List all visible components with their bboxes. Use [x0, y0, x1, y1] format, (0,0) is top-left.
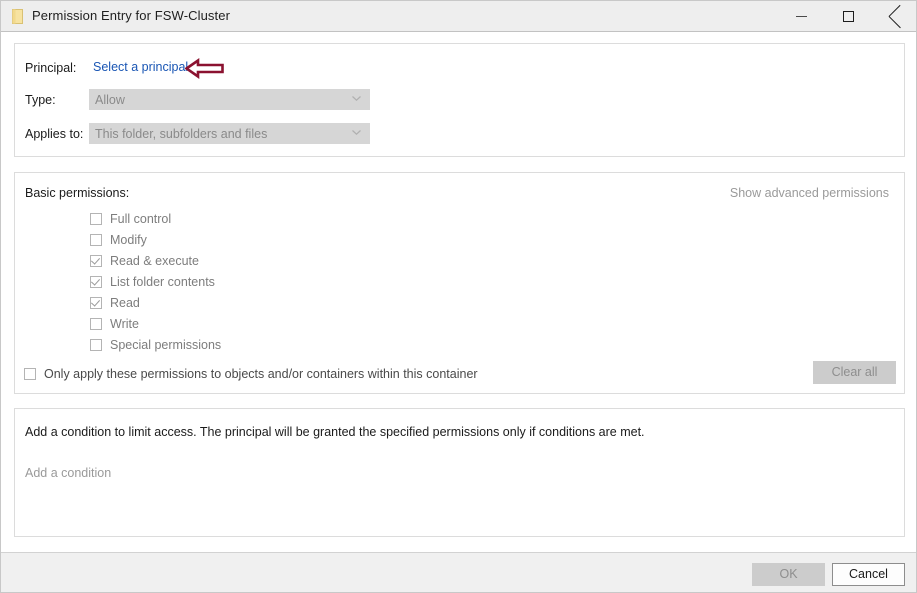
chevron-down-icon — [352, 96, 361, 101]
applies-to-label: Applies to: — [25, 127, 83, 141]
maximize-icon — [843, 11, 854, 22]
close-icon — [889, 10, 902, 23]
permission-row[interactable]: Read — [90, 292, 490, 313]
type-label: Type: — [25, 93, 56, 107]
permission-label: Read & execute — [110, 254, 199, 268]
clear-all-button[interactable]: Clear all — [813, 361, 896, 384]
checkbox-special-permissions[interactable] — [90, 339, 102, 351]
folder-icon — [12, 9, 24, 24]
checkbox-list-folder-contents[interactable] — [90, 276, 102, 288]
permission-label: Special permissions — [110, 338, 221, 352]
permission-row[interactable]: Write — [90, 313, 490, 334]
checkbox-read[interactable] — [90, 297, 102, 309]
permission-row[interactable]: Special permissions — [90, 334, 490, 355]
close-button[interactable] — [872, 1, 917, 31]
checkbox-read-execute[interactable] — [90, 255, 102, 267]
permissions-list: Full control Modify Read & execute List … — [90, 208, 490, 355]
checkbox-only-apply-to-container[interactable] — [24, 368, 36, 380]
permission-label: Modify — [110, 233, 147, 247]
only-apply-label: Only apply these permissions to objects … — [44, 367, 478, 381]
permission-label: Read — [110, 296, 140, 310]
basic-permissions-heading: Basic permissions: — [25, 186, 129, 200]
maximize-button[interactable] — [825, 1, 871, 31]
checkbox-write[interactable] — [90, 318, 102, 330]
show-advanced-permissions-link[interactable]: Show advanced permissions — [730, 186, 889, 200]
checkbox-modify[interactable] — [90, 234, 102, 246]
applies-to-select-value: This folder, subfolders and files — [95, 127, 267, 141]
permission-row[interactable]: Read & execute — [90, 250, 490, 271]
minimize-button[interactable] — [778, 1, 824, 31]
permission-entry-dialog: Permission Entry for FSW-Cluster Princip… — [0, 0, 917, 593]
ok-button[interactable]: OK — [752, 563, 825, 586]
chevron-down-icon — [352, 130, 361, 135]
permission-row[interactable]: Modify — [90, 229, 490, 250]
cancel-button[interactable]: Cancel — [832, 563, 905, 586]
checkbox-full-control[interactable] — [90, 213, 102, 225]
permission-label: Full control — [110, 212, 171, 226]
select-a-principal-link[interactable]: Select a principal — [93, 60, 188, 74]
principal-label: Principal: — [25, 61, 76, 75]
permission-row[interactable]: List folder contents — [90, 271, 490, 292]
type-select-value: Allow — [95, 93, 125, 107]
condition-description: Add a condition to limit access. The pri… — [25, 425, 645, 439]
permission-label: List folder contents — [110, 275, 215, 289]
only-apply-row[interactable]: Only apply these permissions to objects … — [24, 367, 478, 381]
add-a-condition-link[interactable]: Add a condition — [25, 466, 111, 480]
permission-row[interactable]: Full control — [90, 208, 490, 229]
window-title: Permission Entry for FSW-Cluster — [32, 8, 230, 23]
minimize-icon — [796, 16, 807, 17]
type-select[interactable]: Allow — [89, 89, 370, 110]
title-bar: Permission Entry for FSW-Cluster — [1, 1, 917, 32]
applies-to-select[interactable]: This folder, subfolders and files — [89, 123, 370, 144]
permission-label: Write — [110, 317, 139, 331]
